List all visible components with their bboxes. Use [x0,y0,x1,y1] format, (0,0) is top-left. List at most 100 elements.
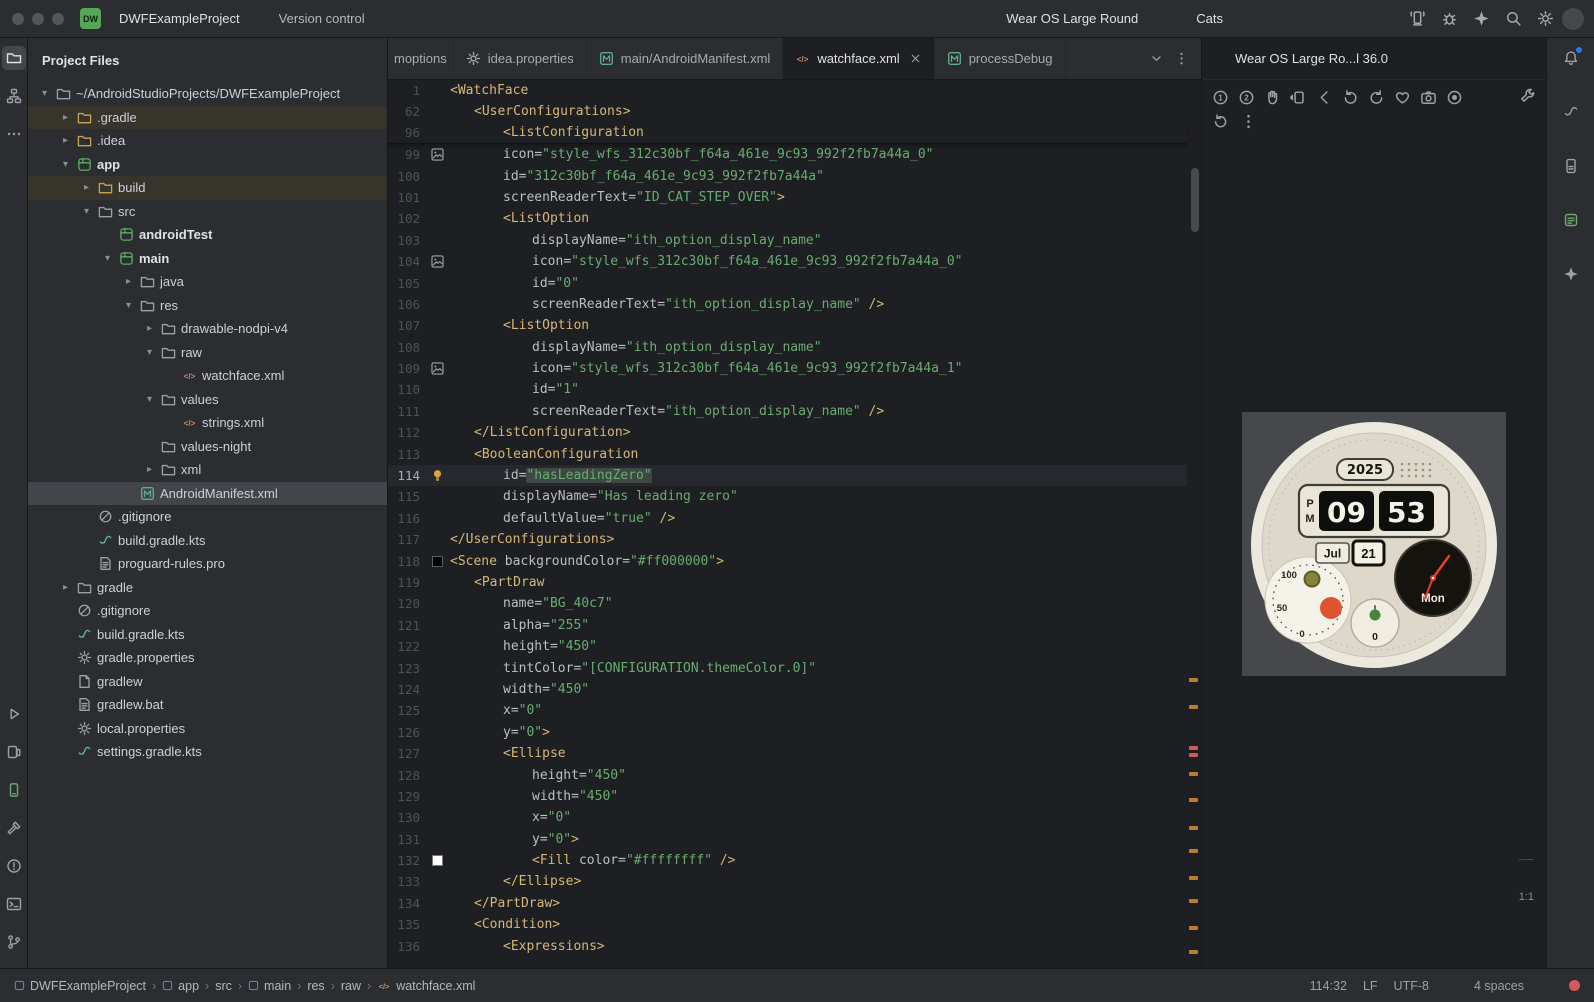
chevron-expanded-icon[interactable]: ▾ [36,88,53,99]
tree-item[interactable]: gradlew [28,670,387,694]
line-number[interactable]: 132 [388,850,424,871]
screenshot-icon[interactable] [1420,89,1437,106]
structure-button[interactable] [2,84,26,108]
code-line[interactable]: 114 id="hasLeadingZero" [388,465,1187,487]
line-number[interactable]: 102 [388,208,424,229]
warning-stripe-mark[interactable] [1189,849,1198,853]
code-line[interactable]: 108 displayName="ith_option_display_name" [388,337,1187,358]
heart-rate-icon[interactable] [1394,89,1411,106]
tree-item[interactable]: build.gradle.kts [28,623,387,647]
line-number[interactable]: 120 [388,593,424,614]
reset-icon[interactable] [1212,113,1229,130]
chevron-collapsed-icon[interactable]: ▸ [57,582,74,593]
profiler-button[interactable] [1284,6,1310,32]
editor-body[interactable]: 1 <WatchFace 62 <UserConfigurations> 96 <List… [388,80,1201,968]
gemini-button[interactable] [1468,6,1494,32]
color-swatch-black[interactable] [431,555,443,567]
breadcrumb-item[interactable]: main [248,979,291,993]
line-number[interactable]: 130 [388,807,424,828]
panel-options-icon[interactable] [1494,51,1509,66]
line-number[interactable]: 131 [388,829,424,850]
line-number[interactable]: 121 [388,615,424,636]
rotate-left-icon[interactable] [1342,89,1359,106]
intention-bulb-icon[interactable] [431,469,444,482]
device-settings-icon[interactable] [1519,87,1536,104]
code-line[interactable]: 110 id="1" [388,379,1187,400]
tree-item[interactable]: ▾ app [28,153,387,177]
warning-stripe-mark[interactable] [1189,876,1198,880]
screen-record-icon[interactable] [1446,89,1463,106]
code-line[interactable]: 131 y="0"> [388,829,1187,850]
code-line[interactable]: 1 <WatchFace [388,80,1187,101]
chevron-collapsed-icon[interactable]: ▸ [57,135,74,146]
line-number[interactable]: 135 [388,914,424,935]
line-number[interactable]: 111 [388,401,424,422]
code-line[interactable]: 125 x="0" [388,700,1187,721]
error-stripe[interactable] [1187,80,1201,968]
more-v-icon[interactable] [1240,113,1257,130]
chevron-expanded-icon[interactable]: ▾ [141,394,158,405]
code-line[interactable]: 99 icon="style_wfs_312c30bf_f64a_461e_9c9… [388,144,1187,165]
troubleshoot-icon[interactable] [1441,10,1458,27]
chevron-collapsed-icon[interactable]: ▸ [141,464,158,475]
build-button[interactable] [2,816,26,840]
line-number[interactable]: 103 [388,230,424,251]
code-line[interactable]: 100 id="312c30bf_f64a_461e_9c93_992f2fb7a… [388,166,1187,187]
tree-item[interactable]: ▸ drawable-nodpi-v4 [28,317,387,341]
tag-icon[interactable] [1445,979,1458,992]
tree-item[interactable]: ▾ src [28,200,387,224]
warning-stripe-mark[interactable] [1189,899,1198,903]
code-line[interactable]: 126 y="0"> [388,722,1187,743]
error-indicator[interactable] [1569,980,1580,991]
code-line[interactable]: 62 <UserConfigurations> [388,101,1187,122]
line-number[interactable]: 113 [388,444,424,465]
warning-stripe-mark[interactable] [1189,772,1198,776]
logcat-button[interactable] [1559,208,1583,232]
vcs-selector[interactable]: Version control [271,7,392,30]
line-separator[interactable]: LF [1363,979,1378,993]
editor-tab[interactable]: moptions [388,38,454,79]
code-line[interactable]: 135 <Condition> [388,914,1187,935]
zoom-in-icon[interactable] [1519,836,1534,851]
error-stripe-mark[interactable] [1189,746,1198,750]
code-line[interactable]: 119 <PartDraw [388,572,1187,593]
search-button[interactable] [1500,6,1526,32]
tree-item[interactable]: ▸ .idea [28,129,387,153]
line-number[interactable]: 1 [388,80,424,101]
warning-stripe-mark[interactable] [1189,926,1198,930]
tree-item[interactable]: androidTest [28,223,387,247]
breadcrumb-item[interactable]: src [215,979,232,993]
code-line[interactable]: 112 </ListConfiguration> [388,422,1187,443]
code-line[interactable]: 127 <Ellipse [388,743,1187,764]
tree-item[interactable]: ▸ gradle [28,576,387,600]
line-number[interactable]: 114 [388,465,424,486]
device-tab-title[interactable]: Wear OS Large Ro...l 36.0 [1235,51,1388,66]
line-number[interactable]: 136 [388,936,424,957]
code-line[interactable]: 128 height="450" [388,765,1187,786]
tab-list-dropdown-icon[interactable] [1149,51,1164,66]
device-streaming-button[interactable] [1404,6,1430,32]
line-number[interactable]: 122 [388,636,424,657]
line-number[interactable]: 126 [388,722,424,743]
line-number[interactable]: 115 [388,486,424,507]
code-line[interactable]: 122 height="450" [388,636,1187,657]
close-device-tab-icon[interactable] [1396,52,1409,65]
tree-item[interactable]: ▾ main [28,247,387,271]
tree-item[interactable]: settings.gradle.kts [28,740,387,764]
terminal-button[interactable] [2,892,26,916]
line-number[interactable]: 106 [388,294,424,315]
tree-item[interactable]: </> watchface.xml [28,364,387,388]
line-number[interactable]: 105 [388,273,424,294]
problems-button[interactable] [2,854,26,878]
version-control-button[interactable] [2,930,26,954]
code-line[interactable]: 107 <ListOption [388,315,1187,336]
breadcrumb-item[interactable]: app [162,979,199,993]
warning-stripe-mark[interactable] [1189,705,1198,709]
line-number[interactable]: 134 [388,893,424,914]
line-number[interactable]: 99 [388,144,424,165]
editor-tab[interactable]: </> watchface.xml [783,38,935,79]
rotate-right-icon[interactable] [1368,89,1385,106]
code-line[interactable]: 104 icon="style_wfs_312c30bf_f64a_461e_9c… [388,251,1187,272]
more-button[interactable] [2,122,26,146]
code-line[interactable]: 130 x="0" [388,807,1187,828]
